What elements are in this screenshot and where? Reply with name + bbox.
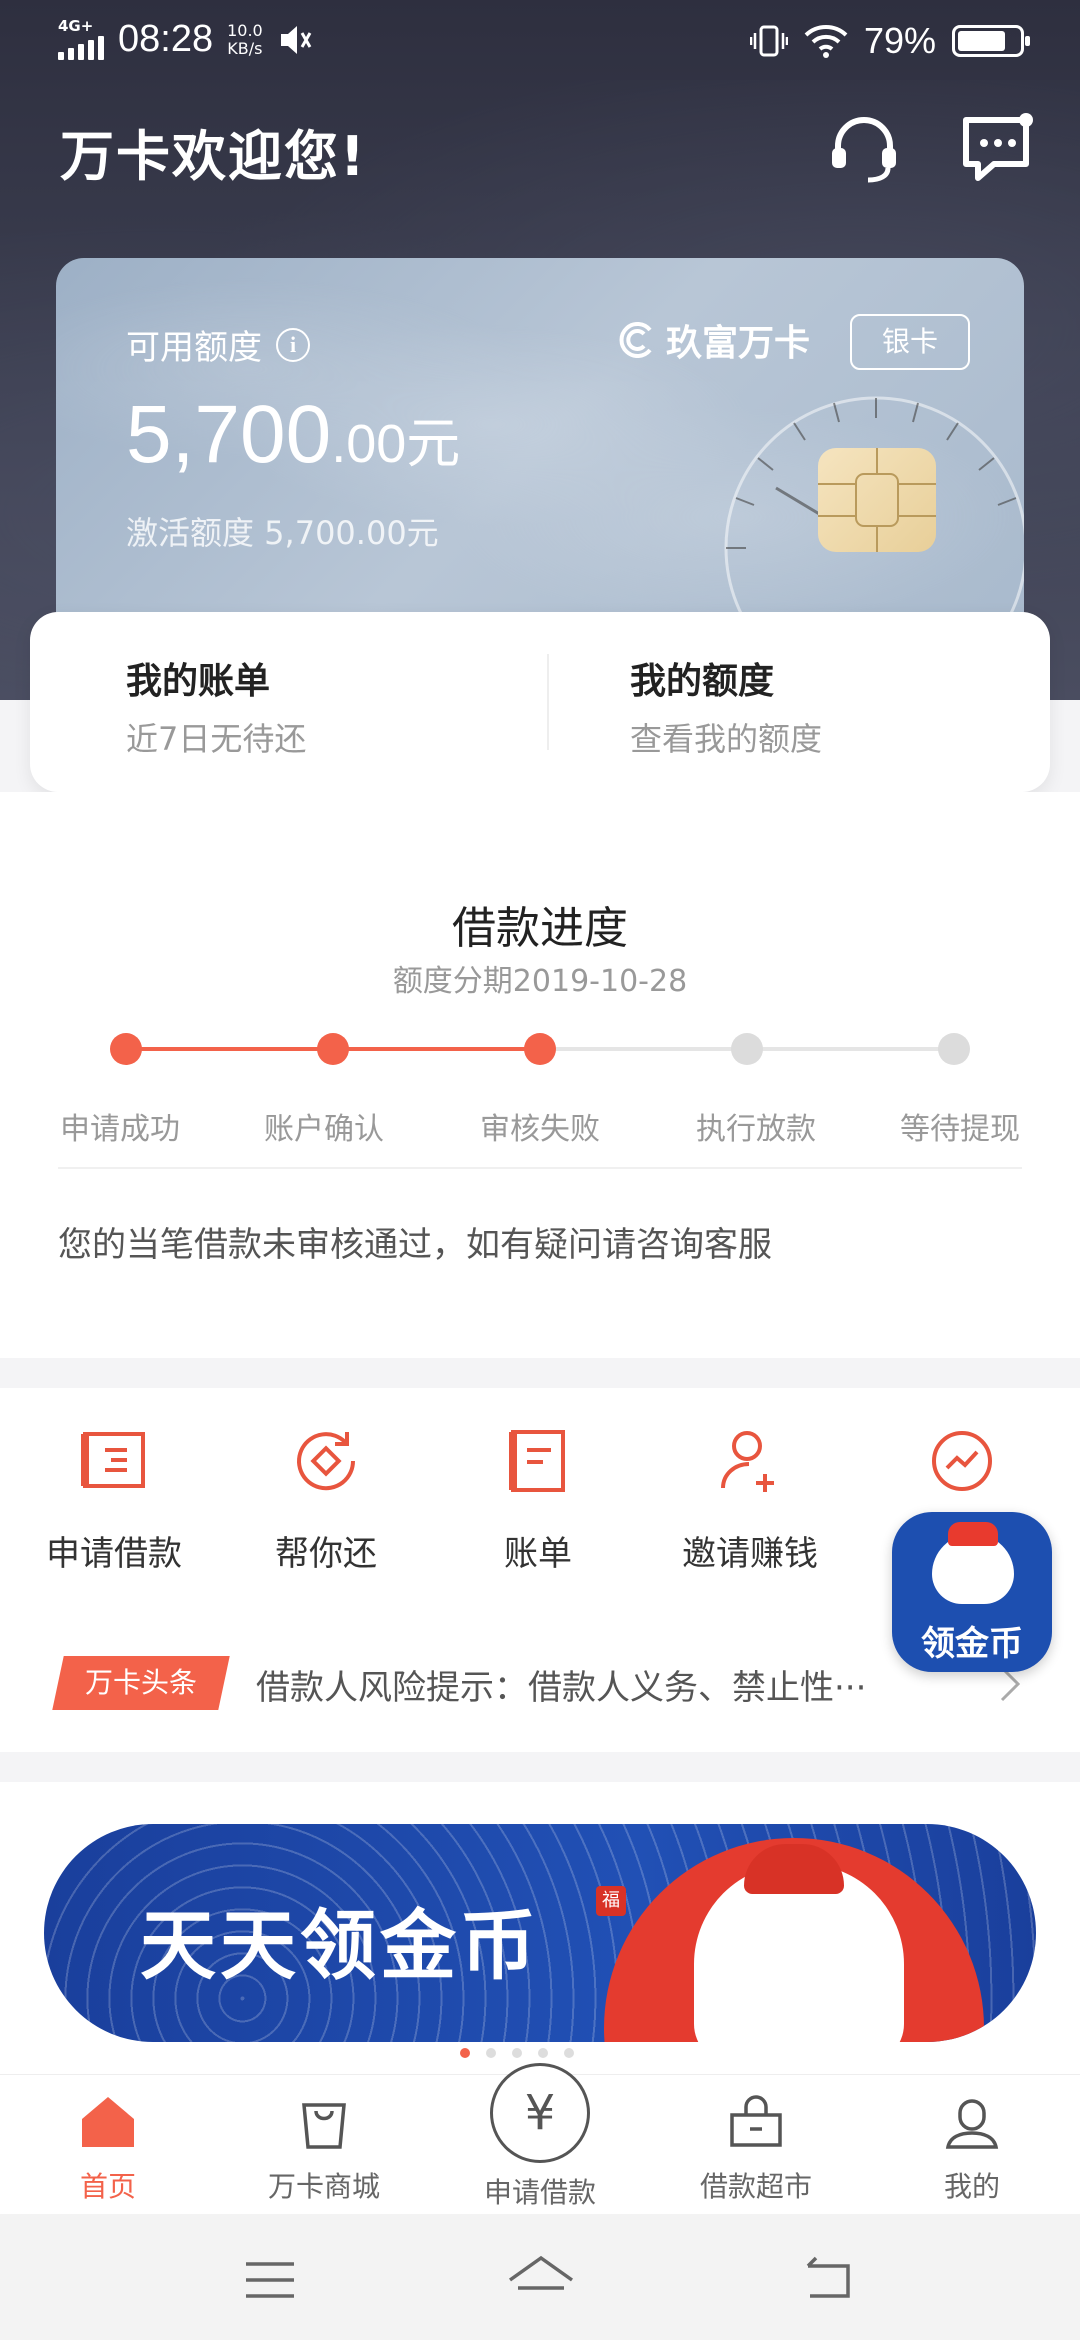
signal-icon — [58, 34, 104, 60]
step-dot — [317, 1033, 349, 1065]
step-dot — [731, 1033, 763, 1065]
back-icon[interactable] — [796, 2250, 856, 2310]
battery-percent: 79% — [863, 20, 936, 61]
divider — [547, 654, 549, 750]
step-label: 申请成功 — [60, 1112, 180, 1147]
pager-dot — [460, 2048, 470, 2058]
banner-pager — [460, 2048, 574, 2058]
pager-dot — [512, 2048, 522, 2058]
status-bar: 4G+ 08:28 10.0 KB/s 79% — [0, 0, 1080, 80]
menu-invite-earn[interactable]: 邀请赚钱 — [650, 1422, 850, 1575]
battery-icon — [952, 25, 1030, 57]
repay-icon — [297, 1432, 356, 1491]
cat-hat — [948, 1522, 998, 1546]
wifi-icon — [804, 25, 848, 58]
bill-icon — [509, 1430, 565, 1492]
news-headline[interactable]: 借款人风险提示：借款人义务、禁止性··· — [256, 1660, 936, 1709]
tab-home[interactable]: 首页 — [8, 2089, 208, 2205]
network-type: 4G+ — [58, 17, 94, 35]
step-label: 等待提现 — [900, 1112, 1020, 1147]
menu-apply-loan[interactable]: 申请借款 — [14, 1422, 214, 1575]
headset-icon[interactable] — [824, 108, 904, 188]
step-dot — [938, 1033, 970, 1065]
progress-subtitle: 额度分期2019-10-28 — [392, 964, 688, 999]
tab-mall[interactable]: 万卡商城 — [224, 2089, 424, 2205]
summary-card: 我的账单 近7日无待还 我的额度 查看我的额度 — [30, 612, 1050, 792]
bottom-tab-bar: 首页 万卡商城 ¥ 申请借款 借款超市 我的 — [0, 2063, 1080, 2214]
basket-icon — [730, 2095, 782, 2147]
step-label: 执行放款 — [696, 1112, 816, 1147]
card-chip — [818, 448, 936, 552]
tab-loan-market[interactable]: 借款超市 — [656, 2089, 856, 2205]
pager-dot — [486, 2048, 496, 2058]
vibrate-icon — [749, 25, 788, 57]
user-icon — [945, 2099, 999, 2149]
net-speed: 10.0 KB/s — [227, 20, 263, 58]
pager-dot — [538, 2048, 548, 2058]
promo-banner[interactable]: 天天领金币 福 — [44, 1824, 1036, 2042]
welcome-title: 万卡欢迎您! — [60, 125, 367, 188]
credit-card[interactable]: 可用额度 i 5,700.00元 激活额度 5,700.00元 玖富万卡 银卡 — [56, 258, 1024, 628]
tab-profile[interactable]: 我的 — [872, 2089, 1072, 2205]
my-quota-entry[interactable]: 我的额度 查看我的额度 — [630, 652, 822, 760]
step-dot — [524, 1033, 556, 1065]
menu-icon[interactable] — [240, 2250, 300, 2310]
brand-logo: 玖富万卡 — [616, 314, 810, 366]
system-nav-bar — [0, 2214, 1080, 2340]
info-icon[interactable]: i — [276, 327, 310, 362]
mute-icon — [280, 25, 312, 54]
step-label: 审核失败 — [480, 1112, 600, 1147]
tab-apply-loan-label: 申请借款 — [483, 2176, 596, 2209]
credit-chart-icon — [932, 1431, 992, 1491]
available-quota-label: 可用额度 i — [126, 320, 310, 369]
tab-apply-loan[interactable]: ¥ — [490, 2063, 590, 2163]
tier-badge: 银卡 — [850, 314, 970, 370]
step-label: 账户确认 — [264, 1112, 384, 1147]
shopping-bag-icon — [302, 2103, 346, 2149]
apply-loan-icon — [81, 1432, 145, 1488]
home-nav-icon[interactable] — [506, 2250, 576, 2310]
home-icon — [82, 2097, 134, 2147]
yuan-icon: ¥ — [524, 2085, 556, 2141]
menu-help-repay[interactable]: 帮你还 — [226, 1422, 426, 1575]
menu-bill[interactable]: 账单 — [438, 1422, 638, 1575]
progress-title: 借款进度 — [452, 903, 628, 954]
floating-coin-button[interactable]: 领金币 — [892, 1512, 1052, 1672]
activated-quota: 激活额度 5,700.00元 — [126, 514, 439, 552]
loan-progress-section: 借款进度 额度分期2019-10-28 申请成功 账户确认 审核失败 执行放款 … — [0, 792, 1080, 1358]
seal-stamp: 福 — [596, 1886, 626, 1916]
clock: 08:28 — [118, 18, 214, 60]
progress-message: 您的当笔借款未审核通过，如有疑问请咨询客服 — [58, 1225, 772, 1265]
brand-icon — [619, 322, 652, 358]
pager-dot — [564, 2048, 574, 2058]
banner-title: 天天领金币 — [140, 1901, 540, 1990]
my-bill-entry[interactable]: 我的账单 近7日无待还 — [126, 652, 306, 760]
step-dot — [110, 1033, 142, 1065]
message-icon[interactable] — [958, 108, 1038, 188]
divider — [58, 1167, 1022, 1169]
banner-section: 天天领金币 福 — [0, 1782, 1080, 2074]
news-tag: 万卡头条 — [52, 1656, 230, 1710]
available-quota-amount: 5,700.00元 — [126, 389, 461, 480]
invite-user-icon — [721, 1431, 774, 1492]
